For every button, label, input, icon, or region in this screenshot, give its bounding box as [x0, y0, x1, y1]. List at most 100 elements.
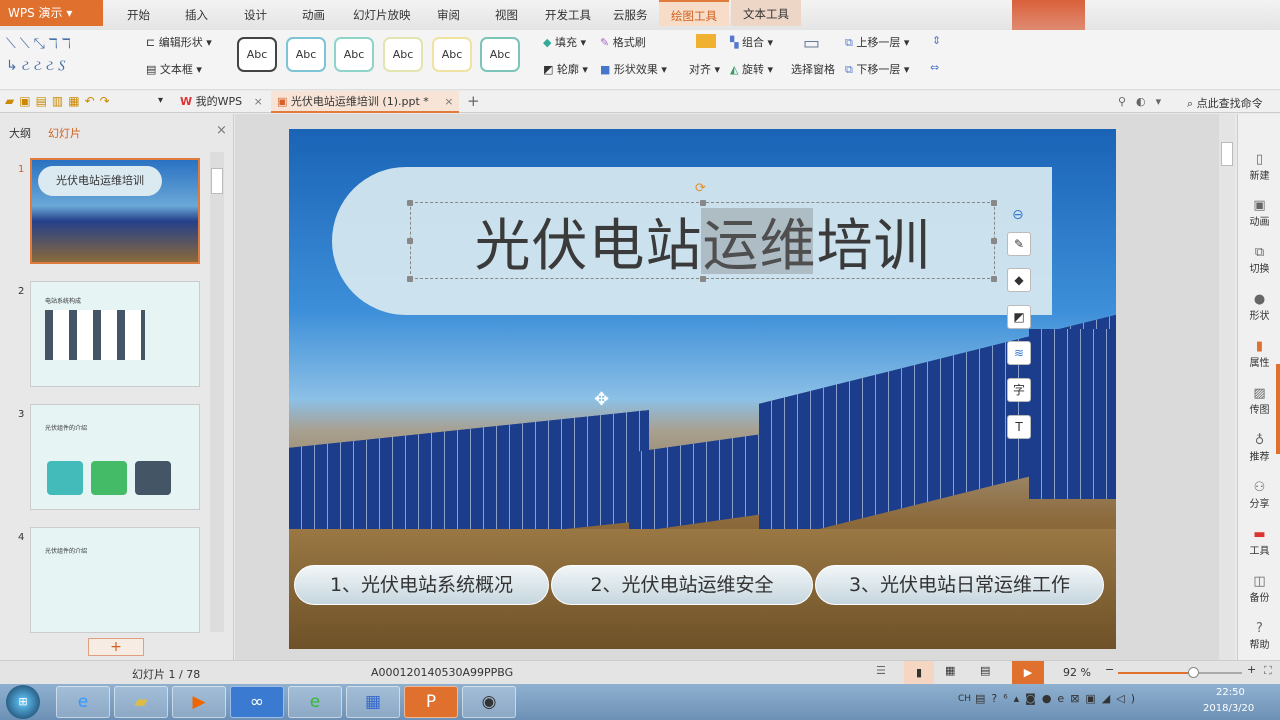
control-panel-icon[interactable]: ▦ — [346, 686, 400, 718]
zoom-slider[interactable] — [1118, 667, 1242, 678]
rightbar-tools[interactable]: ▬ 工具 — [1238, 527, 1280, 557]
edit-shape-button[interactable]: ⊏ 编辑形状 ▾ — [146, 34, 212, 50]
start-button[interactable]: ⊞ — [6, 685, 40, 719]
fill-button[interactable]: ◆ 填充 ▾ — [543, 34, 586, 50]
rightbar-upload-image[interactable]: ▨ 传图 — [1238, 386, 1280, 416]
agenda-item-1[interactable]: 1、光伏电站系统概况 — [294, 565, 549, 605]
play-slideshow-icon[interactable]: ▶ — [1012, 661, 1044, 684]
fit-window-icon[interactable]: ⛶ — [1264, 664, 1272, 678]
toolbar-icons[interactable]: ⚲◐▾ — [1118, 95, 1171, 108]
recommend-icon: ♁ — [1254, 433, 1265, 448]
pane-toggle[interactable] — [1276, 364, 1280, 454]
user-app-icon[interactable]: ◉ — [462, 686, 516, 718]
new-icon: ▯ — [1255, 152, 1264, 167]
group-button[interactable]: ▚ 组合 ▾ — [730, 34, 773, 50]
sorter-view-icon[interactable]: ▦ — [945, 664, 955, 677]
menu-slideshow[interactable]: 幻灯片放映 — [353, 7, 411, 23]
collapse-icon[interactable]: ⊖ — [1012, 207, 1024, 223]
style-6[interactable]: Abc — [480, 37, 520, 72]
menu-home[interactable]: 开始 — [127, 7, 150, 23]
rightbar-shape[interactable]: ● 形状 — [1238, 292, 1280, 322]
search-command[interactable]: ⌕ 点此查找命令 — [1187, 95, 1263, 111]
menu-animation[interactable]: 动画 — [302, 7, 325, 23]
close-pane-icon[interactable]: × — [216, 123, 227, 138]
browser-icon[interactable]: e — [288, 686, 342, 718]
animation-icon: ▣ — [1253, 198, 1266, 213]
normal-view-icon[interactable]: ▮ — [904, 661, 934, 684]
rightbar-properties[interactable]: ▮ 属性 — [1238, 339, 1280, 369]
rightbar-help[interactable]: ? 帮助 — [1238, 621, 1280, 651]
wps-presentation-icon[interactable]: P — [404, 686, 458, 718]
style-1[interactable]: Abc — [237, 37, 277, 72]
close-icon[interactable]: × — [444, 95, 453, 108]
tab-slides[interactable]: 幻灯片 — [48, 125, 81, 141]
ime-indicator[interactable]: CH — [958, 694, 971, 704]
tray-icons[interactable]: ▤?⁶▴◙●e⊠▣◢◁) — [975, 692, 1141, 705]
baidu-cloud-icon[interactable]: ∞ — [230, 686, 284, 718]
edit-icon[interactable]: ✎ — [1007, 232, 1031, 256]
format-painter-button[interactable]: ✎ 格式刷 — [600, 34, 646, 50]
rightbar-recommend[interactable]: ♁ 推荐 — [1238, 433, 1280, 463]
style-2[interactable]: Abc — [286, 37, 326, 72]
app-menu-button[interactable]: WPS 演示 ▾ — [0, 0, 103, 26]
style-5[interactable]: Abc — [432, 37, 472, 72]
align-button[interactable]: 对齐 ▾ — [689, 61, 720, 77]
layers-icon[interactable]: ≋ — [1007, 341, 1031, 365]
reading-view-icon[interactable]: ▤ — [980, 664, 990, 677]
zoom-out-icon[interactable]: − — [1105, 663, 1114, 676]
menu-cloud[interactable]: 云服务 — [613, 7, 648, 23]
outline-button[interactable]: ◩ 轮廓 ▾ — [543, 61, 588, 77]
explorer-icon[interactable]: ▰ — [114, 686, 168, 718]
menu-view[interactable]: 视图 — [495, 7, 518, 23]
shape-effect-button[interactable]: ■ 形状效果 ▾ — [600, 61, 667, 77]
rightbar-new[interactable]: ▯ 新建 — [1238, 152, 1280, 182]
fill-icon[interactable]: ◆ — [1007, 268, 1031, 292]
notes-icon[interactable]: ☰ — [876, 664, 886, 677]
rotate-handle-icon[interactable]: ⟳ — [695, 181, 706, 196]
menu-text-tools[interactable]: 文本工具 — [731, 0, 801, 26]
agenda-item-2[interactable]: 2、光伏电站运维安全 — [551, 565, 813, 605]
tab-outline[interactable]: 大纲 — [9, 125, 31, 141]
distribute-vertical-icon[interactable]: ⇕ — [932, 34, 941, 47]
text-style-icon[interactable]: 字 — [1007, 378, 1031, 402]
bring-forward-button[interactable]: ⧉ 上移一层 ▾ — [845, 34, 909, 50]
tab-my-wps[interactable]: W 我的WPS × — [174, 91, 269, 113]
qat-dropdown-icon[interactable]: ▾ — [158, 95, 163, 106]
rotate-button[interactable]: ◭ 旋转 ▾ — [730, 61, 773, 77]
close-icon[interactable]: × — [254, 95, 263, 108]
outline-icon[interactable]: ◩ — [1007, 305, 1031, 329]
new-tab-icon[interactable]: + — [467, 92, 480, 110]
thumbs-scrollbar[interactable] — [210, 152, 224, 632]
slide-thumbnail-3[interactable]: 光伏组件的介绍 — [30, 404, 200, 510]
menu-review[interactable]: 审阅 — [437, 7, 460, 23]
ie-icon[interactable]: e — [56, 686, 110, 718]
send-backward-button[interactable]: ⧉ 下移一层 ▾ — [845, 61, 909, 77]
line-shapes-gallery[interactable]: ⟍⟍⤡ℸℸ ↳ટટટ𝑆 — [6, 33, 126, 77]
bring-forward-label: 上移一层 — [856, 36, 901, 49]
distribute-horizontal-icon[interactable]: ⇔ — [930, 61, 939, 74]
rightbar-backup[interactable]: ◫ 备份 — [1238, 574, 1280, 604]
add-slide-button[interactable]: + — [88, 638, 144, 656]
rightbar-transition[interactable]: ⧉ 切换 — [1238, 245, 1280, 275]
tab-document[interactable]: ▣ 光伏电站运维培训 (1).ppt * × — [271, 91, 460, 113]
slide-thumbnail-1[interactable]: 光伏电站运维培训 — [30, 158, 200, 264]
slide[interactable]: ⟳ 光伏电站运维培训 ⊖ ✎ ◆ ◩ ≋ 字 T ✥ 1、光伏电站系统概况 2、… — [289, 129, 1116, 649]
slide-thumbnail-4[interactable]: 光伏组件的介绍 — [30, 527, 200, 633]
text-wrap-icon[interactable]: T — [1007, 415, 1031, 439]
rightbar-animation[interactable]: ▣ 动画 — [1238, 198, 1280, 228]
menu-insert[interactable]: 插入 — [185, 7, 208, 23]
canvas-scrollbar[interactable] — [1219, 114, 1235, 660]
style-3[interactable]: Abc — [334, 37, 374, 72]
rightbar-share[interactable]: ⚇ 分享 — [1238, 480, 1280, 510]
menu-dev-tools[interactable]: 开发工具 — [545, 7, 591, 23]
style-4[interactable]: Abc — [383, 37, 423, 72]
agenda-item-3[interactable]: 3、光伏电站日常运维工作 — [815, 565, 1104, 605]
media-player-icon[interactable]: ▶ — [172, 686, 226, 718]
quick-access-icons[interactable]: ▰▣▤▥▦↶↷ — [5, 94, 115, 108]
menu-design[interactable]: 设计 — [244, 7, 267, 23]
slide-thumbnail-2[interactable]: 电站系统构成 — [30, 281, 200, 387]
menu-drawing-tools[interactable]: 绘图工具 — [659, 0, 729, 26]
text-box-button[interactable]: ▤ 文本框 ▾ — [146, 61, 202, 77]
selection-pane-button[interactable]: 选择窗格 — [791, 61, 835, 77]
zoom-in-icon[interactable]: + — [1247, 663, 1256, 676]
